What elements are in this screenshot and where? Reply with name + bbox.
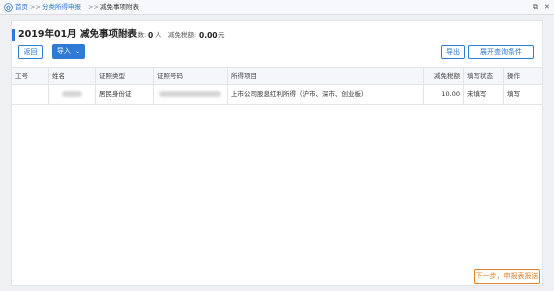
chevron-down-icon: ⌄ bbox=[75, 48, 81, 55]
table-header: 工号 姓名 证照类型 证照号码 所得项目 减免税额 填写状态 操作 bbox=[12, 67, 542, 85]
cell-name-redacted bbox=[49, 85, 96, 104]
breadcrumb-current: 减免事项附表 bbox=[100, 3, 139, 11]
breadcrumb-home[interactable]: 首页 bbox=[15, 3, 28, 12]
restore-window-icon[interactable]: ⧉ bbox=[533, 3, 538, 12]
import-button[interactable]: 导入 ⌄ bbox=[52, 44, 85, 59]
cell-status: 未填写 bbox=[464, 85, 504, 104]
breadcrumb-separator: >> bbox=[30, 3, 41, 11]
import-button-label: 导入 bbox=[56, 47, 71, 55]
close-window-icon[interactable]: ✕ bbox=[544, 3, 550, 12]
column-header-cert-no: 证照号码 bbox=[154, 68, 228, 84]
export-button[interactable]: 导出 bbox=[441, 45, 465, 59]
column-header-id: 工号 bbox=[12, 68, 49, 84]
home-icon[interactable] bbox=[4, 3, 13, 12]
breadcrumb-classified-declaration[interactable]: 分类所得申报 bbox=[42, 3, 81, 12]
column-header-name: 姓名 bbox=[49, 68, 96, 84]
tax-reduction-unit: 元 bbox=[218, 31, 225, 39]
breadcrumb-bar: 首页 >> 分类所得申报 >> 减免事项附表 ⧉ ✕ bbox=[0, 0, 554, 15]
next-step-submit-button[interactable]: 下一步，申报表报送 bbox=[474, 269, 540, 284]
cell-income-item: 上市公司股息红利所得（沪市、深市、创业板） bbox=[228, 85, 424, 104]
column-header-cert-type: 证照类型 bbox=[96, 68, 154, 84]
title-accent-bar bbox=[12, 29, 15, 41]
cell-cert-type: 居民身份证 bbox=[96, 85, 154, 104]
column-header-status: 填写状态 bbox=[464, 68, 504, 84]
cell-id bbox=[12, 85, 49, 104]
cell-cert-no-redacted bbox=[154, 85, 228, 104]
column-header-action: 操作 bbox=[507, 72, 520, 80]
filled-count-label: 填写人数: bbox=[118, 31, 147, 39]
tax-reduction-value: 0.00 bbox=[199, 31, 218, 40]
tax-reduction-label: 减免税额: bbox=[168, 31, 197, 39]
breadcrumb-separator: >> bbox=[88, 3, 99, 11]
expand-filter-button[interactable]: 展开查询条件 bbox=[468, 45, 534, 59]
back-button[interactable]: 返回 bbox=[18, 45, 43, 59]
column-header-reduction: 减免税额 bbox=[424, 68, 464, 84]
cell-reduction: 10.00 bbox=[424, 85, 464, 104]
filled-count-unit: 人 bbox=[155, 31, 162, 39]
column-header-income-item: 所得项目 bbox=[228, 68, 424, 84]
page-header: 2019年01月 减免事项附表 填写人数: 0 人 减免税额: 0.00 元 bbox=[12, 29, 312, 41]
fill-in-link[interactable]: 填写 bbox=[504, 85, 542, 104]
filled-count-value: 0 bbox=[148, 31, 154, 40]
table-row[interactable]: 居民身份证 上市公司股息红利所得（沪市、深市、创业板） 10.00 未填写 填写 bbox=[12, 85, 542, 105]
main-panel: 2019年01月 减免事项附表 填写人数: 0 人 减免税额: 0.00 元 返… bbox=[11, 20, 543, 286]
